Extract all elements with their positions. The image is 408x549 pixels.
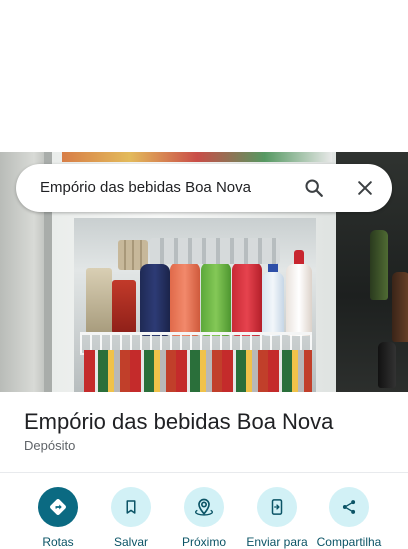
directions-button[interactable]: Rotas: [22, 487, 94, 549]
search-input[interactable]: Empório das bebidas Boa Nova: [40, 164, 251, 212]
photo-can: [112, 280, 136, 334]
photo-bottle: [392, 272, 408, 342]
photo-bottle: [140, 250, 170, 336]
photo-bottle: [378, 342, 396, 388]
place-title: Empório das bebidas Boa Nova: [24, 409, 334, 434]
nearby-circle: [184, 487, 224, 527]
photo-bottle: [232, 248, 262, 336]
action-label: Próximo: [181, 535, 226, 549]
photo-bottle: [201, 248, 231, 336]
search-icon: [305, 179, 323, 197]
share-button[interactable]: Compartilha: [313, 487, 385, 549]
save-circle: [111, 487, 151, 527]
close-button[interactable]: [349, 172, 381, 204]
action-label: Rotas: [42, 535, 74, 549]
nearby-icon: [194, 498, 214, 516]
map-blank-area: [0, 0, 408, 152]
photo-bottle: [370, 230, 388, 300]
share-circle: [329, 487, 369, 527]
photo-back-row: [150, 238, 280, 264]
bookmark-icon: [126, 500, 136, 514]
photo-top-products: [62, 152, 332, 162]
share-icon: [342, 500, 356, 514]
photo-bottle: [170, 248, 200, 336]
place-category[interactable]: Depósito: [24, 438, 75, 453]
photo-can: [86, 268, 112, 334]
close-icon: [358, 181, 372, 195]
send-to-phone-button[interactable]: Enviar para: [241, 487, 313, 549]
action-label: Salvar: [113, 535, 148, 549]
search-button[interactable]: [298, 172, 330, 204]
action-label: Compartilha: [316, 535, 382, 549]
save-button[interactable]: Salvar: [95, 487, 167, 549]
directions-circle: [38, 487, 78, 527]
send-to-phone-icon: [271, 499, 283, 515]
send-circle: [257, 487, 297, 527]
photo-bottle: [262, 258, 284, 336]
nearby-button[interactable]: Próximo: [168, 487, 240, 549]
search-bar[interactable]: Empório das bebidas Boa Nova: [16, 164, 392, 212]
directions-icon: [50, 499, 66, 515]
photo-bottle: [286, 250, 312, 336]
photo-lower-cans: [84, 350, 312, 392]
divider: [0, 472, 408, 473]
